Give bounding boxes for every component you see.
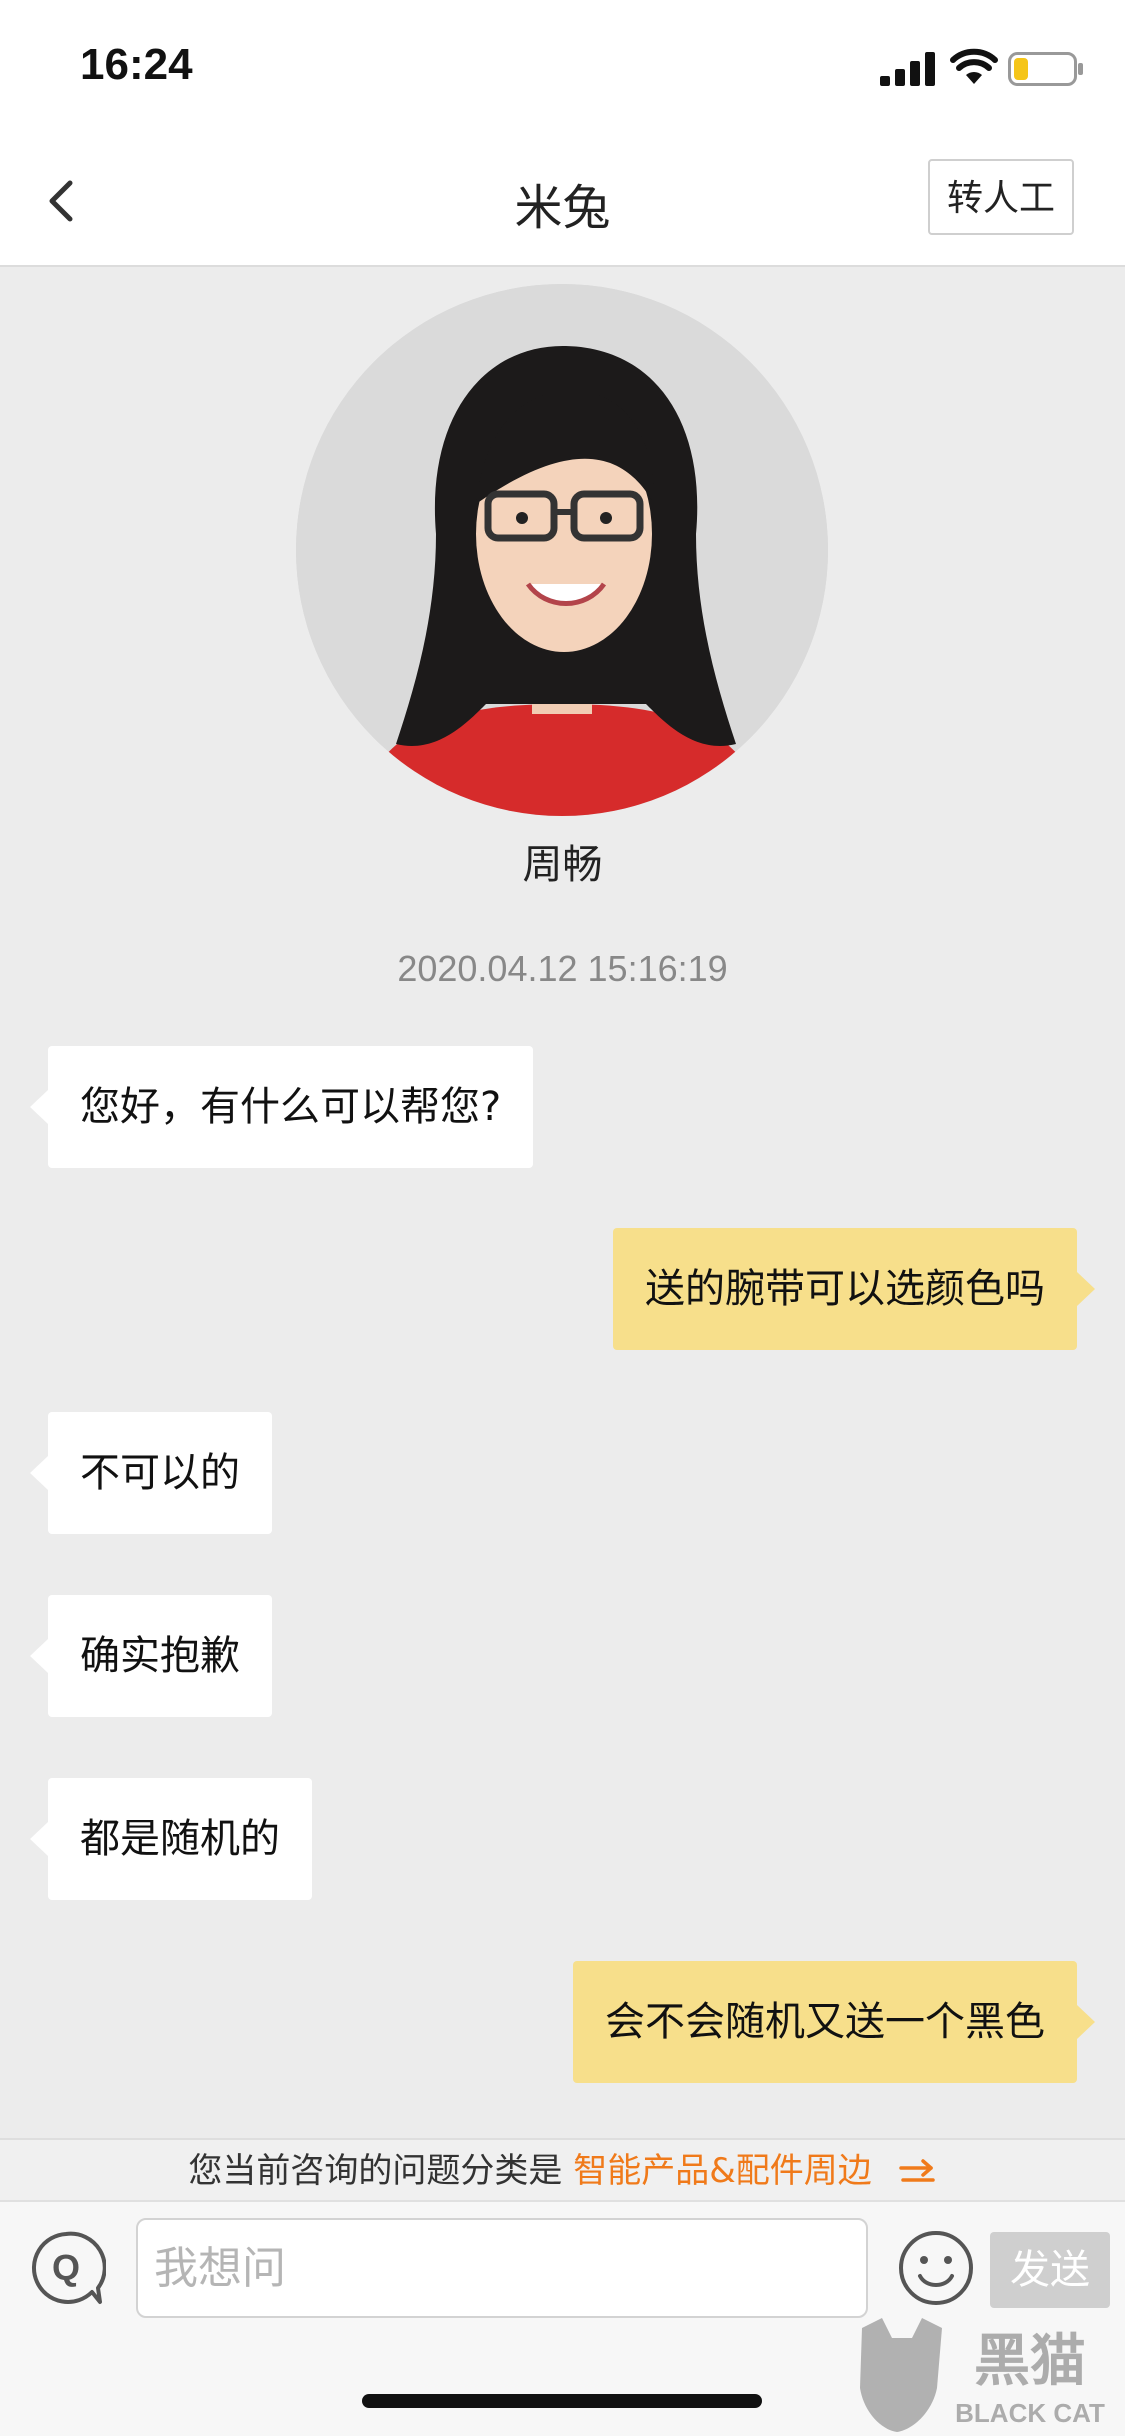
message-input[interactable] (136, 2218, 868, 2318)
agent-message: 您好，有什么可以帮您? (29, 1046, 534, 1168)
switch-category-icon[interactable] (897, 2158, 937, 2188)
user-message: 送的腕带可以选颜色吗 (613, 1228, 1095, 1350)
wifi-icon (950, 48, 998, 84)
send-button[interactable]: 发送 (990, 2232, 1110, 2308)
category-prefix: 您当前咨询的问题分类是 (188, 2151, 563, 2191)
agent-avatar (296, 284, 828, 816)
status-time: 16:24 (80, 40, 193, 89)
quick-question-icon[interactable]: Q (26, 2228, 106, 2308)
agent-portrait-image (296, 284, 828, 816)
svg-text:BLACK CAT: BLACK CAT (955, 2398, 1105, 2428)
transfer-to-human-button[interactable]: 转人工 (928, 159, 1074, 235)
agent-message: 确实抱歉 (30, 1595, 272, 1717)
status-bar: 16:24 (0, 0, 1125, 135)
category-value-link[interactable]: 智能产品&配件周边 (573, 2151, 872, 2191)
agent-message: 都是随机的 (30, 1778, 312, 1900)
black-cat-watermark-logo: 黑猫 BLACK CAT (860, 2318, 1105, 2432)
user-message: 会不会随机又送一个黑色 (573, 1961, 1095, 2083)
chat-timestamp: 2020.04.12 15:16:19 (397, 948, 728, 989)
chat-screen: 16:24 米兔 转人工 周畅 2020.04.12 15:16:19 您好，有… (0, 0, 1125, 2436)
battery-icon (1008, 52, 1083, 86)
emoji-icon[interactable] (896, 2228, 976, 2308)
cellular-signal-icon (880, 52, 935, 86)
agent-name: 周畅 (522, 842, 603, 888)
svg-text:黑猫: 黑猫 (974, 2329, 1086, 2394)
agent-message: 不可以的 (30, 1412, 272, 1534)
home-indicator[interactable] (362, 2394, 762, 2408)
question-category-bar: 您当前咨询的问题分类是 智能产品&配件周边 (0, 2138, 1125, 2202)
svg-text:Q: Q (52, 2247, 80, 2288)
nav-bar: 米兔 转人工 (0, 135, 1125, 267)
